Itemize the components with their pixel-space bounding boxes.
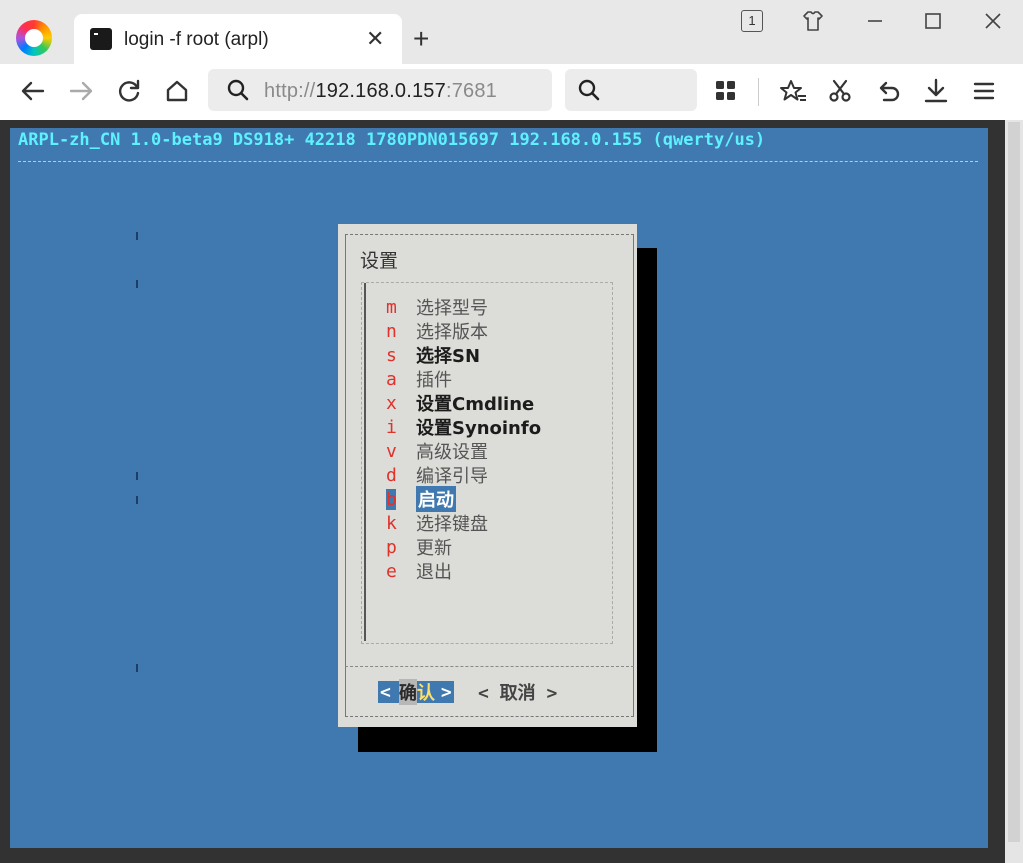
- navigation-bar: http://192.168.0.157:7681: [0, 64, 1023, 120]
- search-icon: [578, 79, 600, 101]
- back-arrow-icon[interactable]: [18, 76, 48, 106]
- cancel-button[interactable]: < 取消 >: [478, 681, 557, 704]
- terminal-screen[interactable]: ARPL-zh_CN 1.0-beta9 DS918+ 42218 1780PD…: [10, 128, 988, 848]
- skin-shirt-icon[interactable]: [800, 8, 826, 34]
- menu-label: 设置Cmdline: [416, 394, 535, 415]
- terminal-scrollbar[interactable]: [1005, 120, 1023, 863]
- address-search-icon: [227, 79, 249, 101]
- forward-arrow-icon[interactable]: [66, 76, 96, 106]
- minimize-icon[interactable]: [862, 8, 888, 34]
- search-box[interactable]: [565, 69, 697, 111]
- favorites-star-icon[interactable]: [778, 76, 808, 106]
- menu-hamburger-icon[interactable]: [969, 76, 999, 106]
- settings-dialog: 设置 m 选择型号 n 选择版本 s 选择SN a 插件 x 设置Cmdline…: [338, 224, 637, 727]
- url-scheme: http://: [264, 80, 316, 102]
- browser-logo-icon[interactable]: [16, 20, 52, 56]
- menu-item-boot[interactable]: b 启动: [386, 486, 456, 512]
- artifact-mark: [136, 232, 138, 240]
- menu-label: 选择SN: [416, 346, 481, 367]
- maximize-icon[interactable]: [920, 8, 946, 34]
- menu-item-keyboard[interactable]: k 选择键盘: [386, 511, 488, 536]
- ok-bracket-left: <: [380, 681, 391, 703]
- dialog-button-divider: [345, 666, 634, 667]
- ok-bracket-right: >: [440, 681, 452, 703]
- reload-icon[interactable]: [114, 76, 144, 106]
- artifact-mark: [136, 496, 138, 504]
- tab-count-icon[interactable]: 1: [741, 10, 763, 32]
- menu-key: k: [386, 512, 397, 534]
- menu-item-select-sn[interactable]: s 选择SN: [386, 343, 481, 368]
- artifact-mark: [136, 664, 138, 672]
- menu-item-select-model[interactable]: m 选择型号: [386, 295, 488, 320]
- scrollbar-thumb[interactable]: [1008, 122, 1020, 842]
- close-tab-icon[interactable]: ✕: [366, 25, 384, 53]
- ok-button[interactable]: < 确 认 >: [378, 679, 454, 705]
- header-divider: [18, 161, 978, 162]
- menu-list: m 选择型号 n 选择版本 s 选择SN a 插件 x 设置Cmdline i …: [361, 282, 613, 644]
- menu-key: a: [386, 368, 397, 390]
- menu-item-advanced[interactable]: v 高级设置: [386, 439, 488, 464]
- menu-key: i: [386, 416, 397, 438]
- menu-label: 插件: [416, 370, 452, 391]
- menu-item-synoinfo[interactable]: i 设置Synoinfo: [386, 415, 542, 440]
- dialog-title: 设置: [360, 250, 399, 272]
- menu-key: x: [386, 392, 397, 414]
- url-port: :7681: [445, 80, 498, 102]
- menu-label: 编译引导: [416, 466, 488, 487]
- menu-item-exit[interactable]: e 退出: [386, 559, 452, 584]
- menu-item-build-loader[interactable]: d 编译引导: [386, 463, 488, 488]
- terminal-frame: ARPL-zh_CN 1.0-beta9 DS918+ 42218 1780PD…: [0, 120, 1023, 863]
- active-tab[interactable]: login -f root (arpl) ✕: [74, 14, 402, 64]
- terminal-header: ARPL-zh_CN 1.0-beta9 DS918+ 42218 1780PD…: [18, 130, 766, 150]
- menu-label: 退出: [416, 562, 452, 583]
- artifact-mark: [136, 472, 138, 480]
- menu-key: m: [386, 296, 397, 318]
- menu-item-cmdline[interactable]: x 设置Cmdline: [386, 391, 535, 416]
- url-host: 192.168.0.157: [315, 80, 446, 102]
- menu-key: v: [386, 440, 397, 462]
- artifact-mark: [136, 280, 138, 288]
- tab-strip: login -f root (arpl) ✕ + 1: [0, 0, 1023, 64]
- menu-label: 选择型号: [416, 298, 488, 319]
- apps-grid-icon[interactable]: [711, 76, 741, 106]
- menu-label: 更新: [416, 538, 452, 559]
- close-window-icon[interactable]: [980, 8, 1006, 34]
- menu-key: p: [386, 536, 397, 558]
- ok-label-second: 认: [416, 683, 435, 704]
- menu-label: 设置Synoinfo: [416, 418, 542, 439]
- menu-item-select-version[interactable]: n 选择版本: [386, 319, 488, 344]
- menu-label: 选择键盘: [416, 514, 488, 535]
- undo-icon[interactable]: [873, 76, 903, 106]
- address-text[interactable]: http://192.168.0.157:7681: [264, 80, 497, 103]
- download-icon[interactable]: [921, 76, 951, 106]
- ok-label-first: 确: [398, 679, 417, 705]
- menu-key: n: [386, 320, 397, 342]
- menu-label: 高级设置: [416, 442, 488, 463]
- menu-label: 启动: [416, 486, 456, 512]
- menu-label: 选择版本: [416, 322, 488, 343]
- address-bar[interactable]: http://192.168.0.157:7681: [208, 69, 552, 111]
- menu-key: s: [386, 344, 397, 366]
- menu-key: e: [386, 560, 397, 582]
- scissors-icon[interactable]: [825, 76, 855, 106]
- menu-item-update[interactable]: p 更新: [386, 535, 452, 560]
- toolbar-divider: [758, 78, 759, 106]
- new-tab-button[interactable]: +: [413, 22, 429, 56]
- menu-item-addons[interactable]: a 插件: [386, 367, 452, 392]
- home-icon[interactable]: [162, 76, 192, 106]
- menu-key: b: [386, 488, 397, 510]
- menu-key: d: [386, 464, 397, 486]
- terminal-favicon-icon: [90, 28, 112, 50]
- tab-title: login -f root (arpl): [124, 29, 269, 50]
